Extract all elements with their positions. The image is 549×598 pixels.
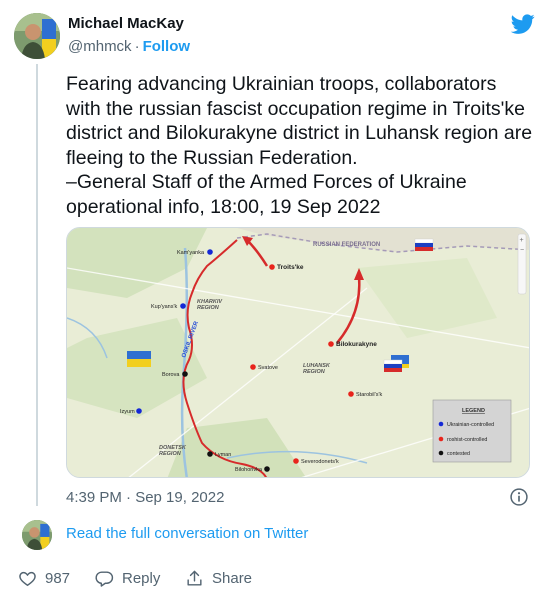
share-label: Share: [212, 570, 253, 587]
legend-item: Ukrainian-controlled: [447, 422, 494, 428]
tweet-timestamp[interactable]: 4:39 PM · Sep 19, 2022: [66, 489, 224, 506]
like-count: 987: [45, 570, 71, 587]
city-label: Izyum: [120, 409, 135, 415]
like-button[interactable]: 987: [18, 569, 70, 588]
share-button[interactable]: Share: [185, 569, 252, 588]
map-graphic: OSKIL RIVER RUSSIAN FEDERATION KHARKIV RE…: [67, 228, 529, 477]
svg-text:+: +: [520, 237, 524, 244]
russian-federation-label: RUSSIAN FEDERATION: [313, 242, 380, 248]
heart-icon: [19, 571, 36, 587]
ukraine-flag-icon: [127, 351, 151, 367]
svg-text:−: −: [520, 247, 524, 254]
read-conversation-link[interactable]: Read the full conversation on Twitter: [66, 525, 308, 542]
tweet-text: Fearing advancing Ukrainian troops, coll…: [66, 73, 533, 218]
legend-item: contested: [447, 451, 470, 457]
city-label: Starobil's'k: [356, 392, 382, 398]
share-icon: [187, 570, 202, 586]
map-legend: LEGEND Ukrainian-controlled roshist-cont…: [432, 399, 512, 463]
follow-button[interactable]: Follow: [143, 38, 191, 55]
city-label: Svatove: [258, 365, 278, 371]
info-icon[interactable]: [509, 487, 529, 507]
city-label: Borova: [162, 372, 180, 378]
city-bilokurakyne: Bilokurakyne: [328, 341, 377, 348]
author-name[interactable]: Michael MacKay: [68, 15, 184, 32]
author-avatar[interactable]: [14, 13, 60, 59]
reply-avatar[interactable]: [22, 520, 52, 550]
thread-line: [36, 64, 38, 506]
reply-label: Reply: [122, 570, 161, 587]
city-label: Kam'yanka: [177, 250, 205, 256]
twitter-logo-icon[interactable]: [511, 12, 535, 36]
action-bar: 987 Reply Share: [0, 563, 549, 593]
city-label: Troits'ke: [277, 264, 304, 271]
map-zoom-controls: + −: [517, 233, 527, 295]
city-label: Kup'yans'k: [151, 304, 178, 310]
legend-item: roshist-controlled: [447, 437, 487, 443]
separator: ·: [134, 38, 140, 55]
map-image[interactable]: OSKIL RIVER RUSSIAN FEDERATION KHARKIV RE…: [66, 227, 530, 478]
city-label: Severodonets'k: [301, 459, 339, 465]
author-handle-row: @mhmck · Follow: [68, 38, 190, 55]
city-label: Bilokurakyne: [336, 341, 377, 348]
city-label: Lyman: [215, 452, 231, 458]
russia-flag-icon: [414, 238, 434, 251]
avatar-image: [22, 520, 52, 550]
author-handle[interactable]: @mhmck: [68, 38, 132, 55]
city-label: Bilohorivka: [235, 467, 263, 473]
avatar-image: [14, 13, 60, 59]
reply-icon: [95, 571, 114, 587]
legend-title: LEGEND: [462, 408, 485, 414]
reply-button[interactable]: Reply: [95, 569, 160, 588]
city-sievierodonetsk: Severodonets'k: [293, 458, 339, 465]
